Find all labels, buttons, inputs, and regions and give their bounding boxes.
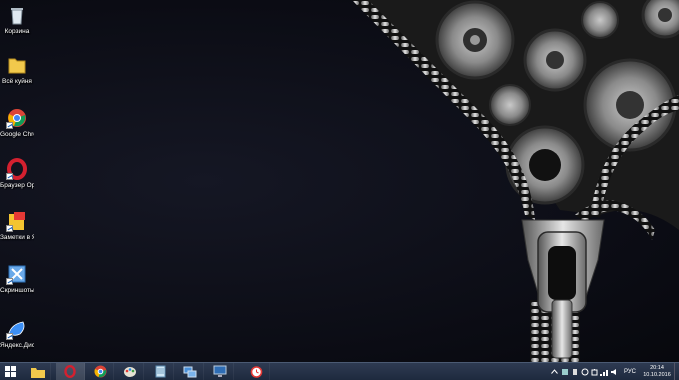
taskbar-opera[interactable] (56, 363, 85, 380)
yandex-screenshots-icon (6, 263, 28, 285)
show-desktop-button[interactable] (674, 363, 679, 380)
system-tray: РУС 20:14 10.10.2016 (550, 363, 679, 380)
yandex-notes[interactable]: Заметки в Яндекс.Ди... (0, 210, 34, 242)
app-tray-icon (561, 368, 568, 375)
yandex-notes-icon (6, 210, 28, 232)
taskbar-chrome[interactable] (87, 363, 114, 380)
clock-date: 10.10.2016 (643, 371, 671, 378)
desktop-icon-label: Google Chrome (0, 131, 34, 138)
shortcut-arrow-icon (6, 278, 13, 285)
speaker-icon (611, 368, 617, 375)
taskbar-alarm-clock[interactable] (243, 363, 270, 380)
google-chrome[interactable]: Google Chrome (0, 107, 34, 139)
opera-browser[interactable]: Браузер Opera (0, 158, 34, 190)
opera-icon (6, 158, 28, 180)
network-icon (183, 366, 197, 378)
shortcut-arrow-icon (6, 122, 13, 129)
taskbar: РУС 20:14 10.10.2016 (0, 362, 679, 380)
alarm-clock-icon (250, 366, 262, 378)
desktop-icon-label: Корзина (4, 28, 30, 35)
file-explorer-icon (31, 367, 45, 378)
tray-icon-1[interactable] (560, 363, 570, 380)
yandex-screenshots[interactable]: Скриншоты в Яндекс.Д... (0, 263, 34, 295)
sync-icon (581, 368, 589, 375)
tray-icon-2[interactable] (570, 363, 580, 380)
opera-icon (64, 365, 76, 378)
google-chrome-icon (6, 107, 28, 129)
windows-start-icon (4, 366, 16, 377)
shortcut-arrow-icon (6, 225, 13, 232)
desktop-icon-label: Яндекс.Диск (0, 342, 34, 349)
folder-icon (6, 54, 28, 76)
yandex-disk[interactable]: Яндекс.Диск (0, 318, 34, 350)
tray-icon-3[interactable] (580, 363, 590, 380)
recycle-bin-icon (6, 4, 28, 26)
notepad-icon (155, 365, 165, 378)
clock[interactable]: 20:14 10.10.2016 (640, 365, 674, 378)
chevron-up-icon (551, 369, 559, 374)
desktop-icon-label: Скриншоты в Яндекс.Д... (0, 287, 34, 294)
folder[interactable]: Всё куйня (0, 54, 34, 86)
desktop-icon-label: Браузер Opera (0, 182, 34, 189)
taskbar-notepad[interactable] (147, 363, 174, 380)
battery-icon (591, 368, 598, 375)
desktop: Корзина Всё куйня Google Chrome Браузер … (0, 0, 679, 362)
shortcut-arrow-icon (6, 333, 13, 340)
network-button[interactable] (600, 363, 610, 380)
desktop-icon-label: Всё куйня (2, 78, 32, 85)
recycle-bin[interactable]: Корзина (0, 4, 34, 36)
zipper-gears-wallpaper (352, 0, 679, 362)
volume-button[interactable] (610, 363, 620, 380)
shortcut-arrow-icon (6, 173, 13, 180)
start-button[interactable] (0, 363, 20, 380)
usb-icon (572, 368, 577, 375)
wifi-signal-icon (600, 369, 609, 376)
desktop-icon-label: Заметки в Яндекс.Ди... (0, 234, 34, 241)
battery-button[interactable] (590, 363, 600, 380)
taskbar-paint[interactable] (117, 363, 144, 380)
taskbar-network[interactable] (177, 363, 204, 380)
show-hidden-icons-button[interactable] (550, 363, 560, 380)
language-indicator[interactable]: РУС (620, 369, 640, 375)
paint-icon (124, 367, 136, 377)
yandex-disk-icon (6, 318, 28, 340)
chrome-icon (94, 365, 106, 378)
taskbar-remote-desktop[interactable] (207, 363, 234, 380)
remote-desktop-icon (213, 365, 227, 377)
taskbar-file-explorer[interactable] (26, 363, 51, 380)
